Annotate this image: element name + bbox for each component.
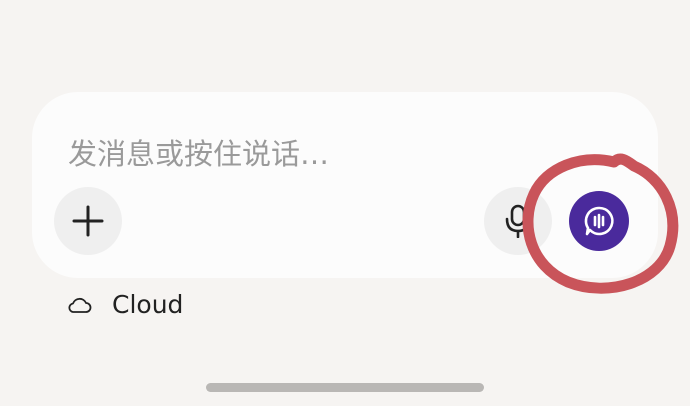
voice-chat-button[interactable] <box>569 191 629 251</box>
plus-icon <box>72 205 104 237</box>
microphone-button[interactable] <box>484 187 552 255</box>
message-composer <box>32 92 658 278</box>
cloud-icon <box>68 297 92 313</box>
voice-chat-bubble-icon <box>584 206 614 236</box>
add-button[interactable] <box>54 187 122 255</box>
home-indicator[interactable] <box>206 383 484 392</box>
message-input[interactable] <box>68 132 588 176</box>
status-row: Cloud <box>66 290 183 319</box>
cloud-label: Cloud <box>112 290 184 319</box>
microphone-icon <box>505 204 531 238</box>
